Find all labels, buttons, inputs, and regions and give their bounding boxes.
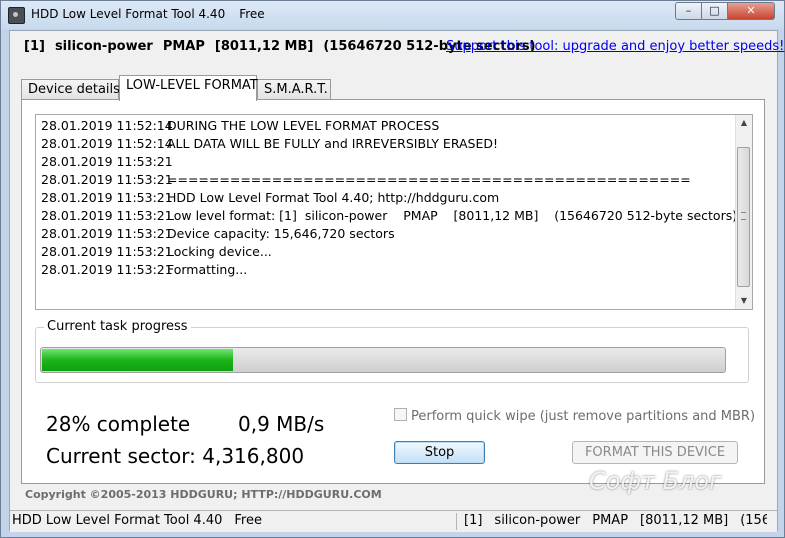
app-drive-icon[interactable] [8, 7, 25, 24]
tab-smart[interactable]: S.M.A.R.T. [257, 79, 331, 100]
log-line: 28.01.2019 11:53:21Formatting... [41, 261, 737, 279]
log-listbox[interactable]: 28.01.2019 11:52:14DURING THE LOW LEVEL … [35, 114, 753, 310]
maximize-button[interactable]: □ [701, 2, 728, 20]
tab-device-details[interactable]: Device details [21, 79, 120, 100]
status-device: [1] silicon-power PMAP [8011,12 MB] (1564672… [464, 513, 767, 528]
progress-group-legend: Current task progress [44, 319, 191, 334]
log-message: HDD Low Level Format Tool 4.40; http://h… [167, 190, 500, 205]
log-message: Device capacity: 15,646,720 sectors [167, 226, 395, 241]
support-upgrade-link[interactable]: Support this tool: upgrade and enjoy bet… [446, 39, 784, 54]
log-timestamp: 28.01.2019 11:53:21 [41, 262, 173, 277]
log-message: ========================================… [167, 172, 691, 187]
device-size: [8011,12 MB] [214, 39, 314, 54]
watermark-text: Софт Блог [589, 467, 722, 495]
log-message: ALL DATA WILL BE FULLY and IRREVERSIBLY … [167, 136, 499, 151]
progress-bar-fill [42, 349, 233, 371]
title-bar[interactable]: HDD Low Level Format Tool 4.40 Free – □ ✕ [1, 1, 784, 29]
log-line: 28.01.2019 11:53:21Locking device... [41, 243, 737, 261]
current-sector: Current sector: 4,316,800 [46, 444, 304, 468]
status-device-index: [1] [464, 513, 483, 528]
device-name: silicon-power [54, 39, 153, 54]
scroll-grip-icon [741, 212, 746, 220]
progress-group: Current task progress [35, 319, 749, 383]
status-divider [456, 513, 457, 530]
stop-button[interactable]: Stop [394, 441, 485, 464]
log-line: 28.01.2019 11:53:21Low level format: [1]… [41, 207, 737, 225]
scroll-up-arrow-icon[interactable]: ▲ [736, 115, 752, 131]
transfer-speed: 0,9 MB/s [238, 412, 325, 436]
status-bar: HDD Low Level Format Tool 4.40 Free [1] si… [10, 510, 777, 532]
quick-wipe-checkbox[interactable] [394, 408, 407, 421]
scroll-down-arrow-icon[interactable]: ▼ [736, 293, 752, 309]
quick-wipe-label: Perform quick wipe (just remove partitio… [411, 409, 756, 424]
app-window: HDD Low Level Format Tool 4.40 Free – □ ✕… [0, 0, 785, 538]
window-title-edition: Free [239, 7, 265, 21]
tab-low-level-format[interactable]: LOW-LEVEL FORMAT [119, 75, 258, 101]
minimize-button[interactable]: – [675, 2, 702, 20]
log-line: 28.01.2019 11:53:21Device capacity: 15,6… [41, 225, 737, 243]
log-message: Low level format: [1] silicon-power PMAP… [167, 208, 738, 223]
status-device-model: PMAP [592, 513, 629, 528]
log-timestamp: 28.01.2019 11:53:21 [41, 154, 173, 169]
log-message: Locking device... [167, 244, 272, 259]
minimize-icon: – [685, 4, 692, 17]
status-device-sectors: (15646720 512-byte sectors) [740, 513, 767, 528]
close-button[interactable]: ✕ [727, 2, 775, 20]
log-timestamp: 28.01.2019 11:52:14 [41, 136, 173, 151]
log-line: 28.01.2019 11:52:14DURING THE LOW LEVEL … [41, 117, 737, 135]
progress-bar [40, 347, 726, 373]
log-message: DURING THE LOW LEVEL FORMAT PROCESS [167, 118, 440, 133]
client-area: [1] silicon-power PMAP [8011,12 MB] (1564672… [9, 30, 784, 532]
copyright-text: Copyright ©2005-2013 HDDGURU; HTTP://HDD… [25, 488, 382, 501]
maximize-icon: □ [709, 4, 720, 17]
log-line: 28.01.2019 11:52:14ALL DATA WILL BE FULL… [41, 135, 737, 153]
log-timestamp: 28.01.2019 11:53:21 [41, 244, 173, 259]
close-icon: ✕ [746, 4, 756, 17]
device-model: PMAP [162, 39, 205, 54]
log-timestamp: 28.01.2019 11:53:21 [41, 226, 173, 241]
percent-complete: 28% complete [46, 412, 191, 436]
status-device-name: silicon-power [494, 513, 581, 528]
status-app-name: HDD Low Level Format Tool 4.40 [12, 513, 223, 528]
log-timestamp: 28.01.2019 11:53:21 [41, 172, 173, 187]
status-app: HDD Low Level Format Tool 4.40 Free [12, 513, 274, 528]
log-message: Formatting... [167, 262, 248, 277]
log-line: 28.01.2019 11:53:21HDD Low Level Format … [41, 189, 737, 207]
device-index: [1] [24, 39, 45, 54]
format-device-button[interactable]: FORMAT THIS DEVICE [572, 441, 738, 464]
window-title-name: HDD Low Level Format Tool 4.40 [31, 7, 226, 21]
low-level-format-panel: 28.01.2019 11:52:14DURING THE LOW LEVEL … [21, 99, 765, 484]
window-title: HDD Low Level Format Tool 4.40 Free [31, 7, 279, 21]
log-line: 28.01.2019 11:53:21 [41, 153, 737, 171]
log-timestamp: 28.01.2019 11:53:21 [41, 190, 173, 205]
log-timestamp: 28.01.2019 11:53:21 [41, 208, 173, 223]
current-sector-value: 4,316,800 [202, 444, 305, 468]
log-line: 28.01.2019 11:53:21=====================… [41, 171, 737, 189]
log-timestamp: 28.01.2019 11:52:14 [41, 118, 173, 133]
status-device-size: [8011,12 MB] [640, 513, 729, 528]
scroll-thumb[interactable] [737, 147, 750, 287]
quick-wipe-option[interactable]: Perform quick wipe (just remove partitio… [394, 408, 755, 424]
status-app-edition: Free [234, 513, 262, 528]
current-sector-label: Current sector: [46, 444, 196, 468]
log-scrollbar[interactable]: ▲ ▼ [735, 115, 752, 309]
log-lines: 28.01.2019 11:52:14DURING THE LOW LEVEL … [41, 117, 737, 279]
